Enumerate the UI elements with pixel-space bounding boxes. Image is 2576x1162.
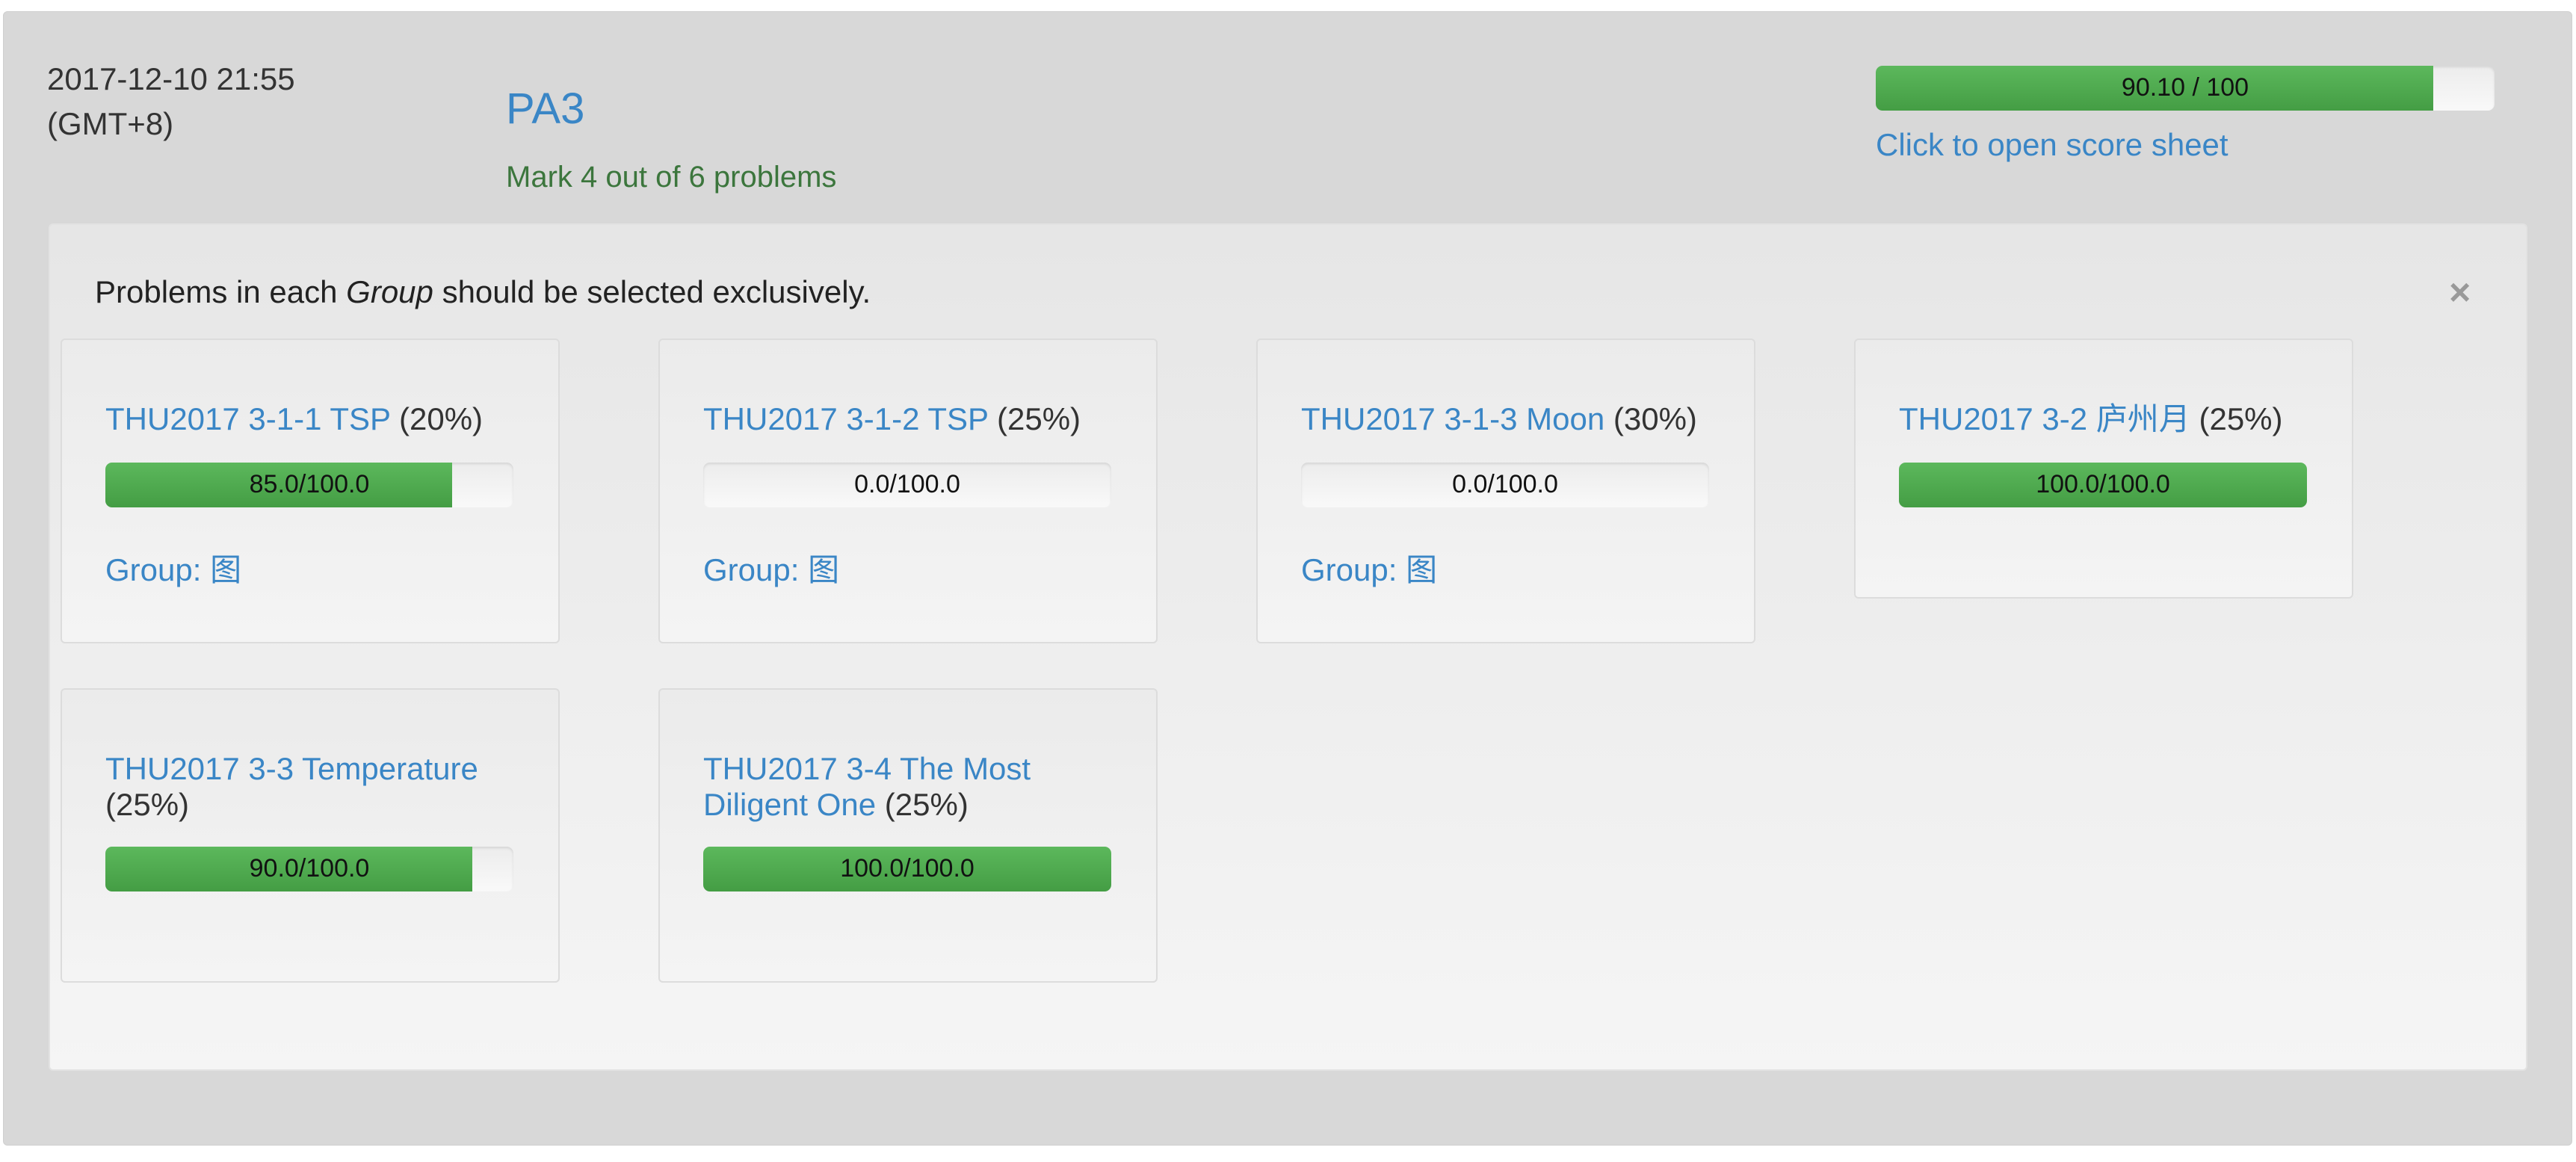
close-icon[interactable]: × — [2449, 271, 2471, 313]
problem-score-text: 100.0/100.0 — [2036, 470, 2170, 498]
problem-weight: (30%) — [1613, 401, 1697, 436]
problem-title: THU2017 3-1-3 Moon (30%) — [1301, 401, 1717, 437]
problem-card: THU2017 3-3 Temperature (25%) 90.0/100.0 — [61, 688, 560, 983]
problem-card: THU2017 3-4 The Most Diligent One (25%) … — [658, 688, 1158, 983]
problem-title: THU2017 3-1-1 TSP (20%) — [105, 401, 521, 437]
problem-weight: (25%) — [2199, 401, 2283, 436]
problem-score-text: 85.0/100.0 — [249, 470, 370, 498]
problem-score-bar: 0.0/100.0 — [1301, 463, 1709, 507]
problem-title: THU2017 3-3 Temperature (25%) — [105, 751, 521, 823]
problems-panel: Problems in each Group should be selecte… — [49, 223, 2527, 1071]
problem-link[interactable]: THU2017 3-3 Temperature — [105, 751, 478, 786]
problem-score-text: 0.0/100.0 — [1452, 470, 1558, 498]
problem-link[interactable]: THU2017 3-4 The Most Diligent One — [703, 751, 1031, 822]
group-link[interactable]: Group: 图 — [703, 549, 839, 591]
problem-title: THU2017 3-4 The Most Diligent One (25%) — [703, 751, 1119, 823]
problem-score-bar: 0.0/100.0 — [703, 463, 1111, 507]
problem-weight: (25%) — [105, 787, 190, 822]
problem-score-bar: 85.0/100.0 — [105, 463, 513, 507]
problem-score-text: 100.0/100.0 — [840, 854, 975, 883]
problem-title: THU2017 3-1-2 TSP (25%) — [703, 401, 1119, 437]
info-text-before: Problems in each — [95, 274, 347, 309]
problem-link[interactable]: THU2017 3-2 庐州月 — [1899, 401, 2190, 436]
problem-weight: (25%) — [996, 401, 1081, 436]
problem-card: THU2017 3-1-2 TSP (25%) 0.0/100.0 Group:… — [658, 339, 1158, 643]
problem-card: THU2017 3-1-1 TSP (20%) 85.0/100.0 Group… — [61, 339, 560, 643]
problem-link[interactable]: THU2017 3-1-3 Moon — [1301, 401, 1604, 436]
total-score-text: 90.10 / 100 — [2121, 73, 2249, 102]
problem-weight: (25%) — [884, 787, 969, 822]
group-link[interactable]: Group: 图 — [1301, 549, 1437, 591]
problem-card: THU2017 3-1-3 Moon (30%) 0.0/100.0 Group… — [1256, 339, 1755, 643]
problem-title: THU2017 3-2 庐州月 (25%) — [1899, 401, 2314, 437]
problem-score-bar: 100.0/100.0 — [703, 847, 1111, 891]
problem-link[interactable]: THU2017 3-1-1 TSP — [105, 401, 390, 436]
open-score-sheet-link[interactable]: Click to open score sheet — [1876, 124, 2228, 166]
group-link[interactable]: Group: 图 — [105, 549, 241, 591]
deadline-timezone: (GMT+8) — [47, 106, 174, 141]
problem-card: THU2017 3-2 庐州月 (25%) 100.0/100.0 — [1854, 339, 2353, 599]
mark-summary: Mark 4 out of 6 problems — [506, 161, 837, 194]
problem-score-text: 0.0/100.0 — [854, 470, 960, 498]
deadline-time: 2017-12-10 21:55 (GMT+8) — [47, 57, 295, 146]
assignment-title-link[interactable]: PA3 — [506, 81, 584, 137]
info-text-group: Group — [346, 274, 433, 309]
problem-link[interactable]: THU2017 3-1-2 TSP — [703, 401, 988, 436]
deadline-date: 2017-12-10 21:55 — [47, 61, 295, 96]
group-info-text: Problems in each Group should be selecte… — [95, 271, 871, 313]
problem-score-bar: 100.0/100.0 — [1899, 463, 2307, 507]
problem-score-text: 90.0/100.0 — [249, 854, 370, 883]
info-text-after: should be selected exclusively. — [433, 274, 871, 309]
assignment-container: 2017-12-10 21:55 (GMT+8) PA3 Mark 4 out … — [3, 11, 2572, 1146]
problem-weight: (20%) — [398, 401, 484, 436]
problem-score-bar: 90.0/100.0 — [105, 847, 513, 891]
total-score-progress-bar: 90.10 / 100 — [1876, 66, 2495, 111]
